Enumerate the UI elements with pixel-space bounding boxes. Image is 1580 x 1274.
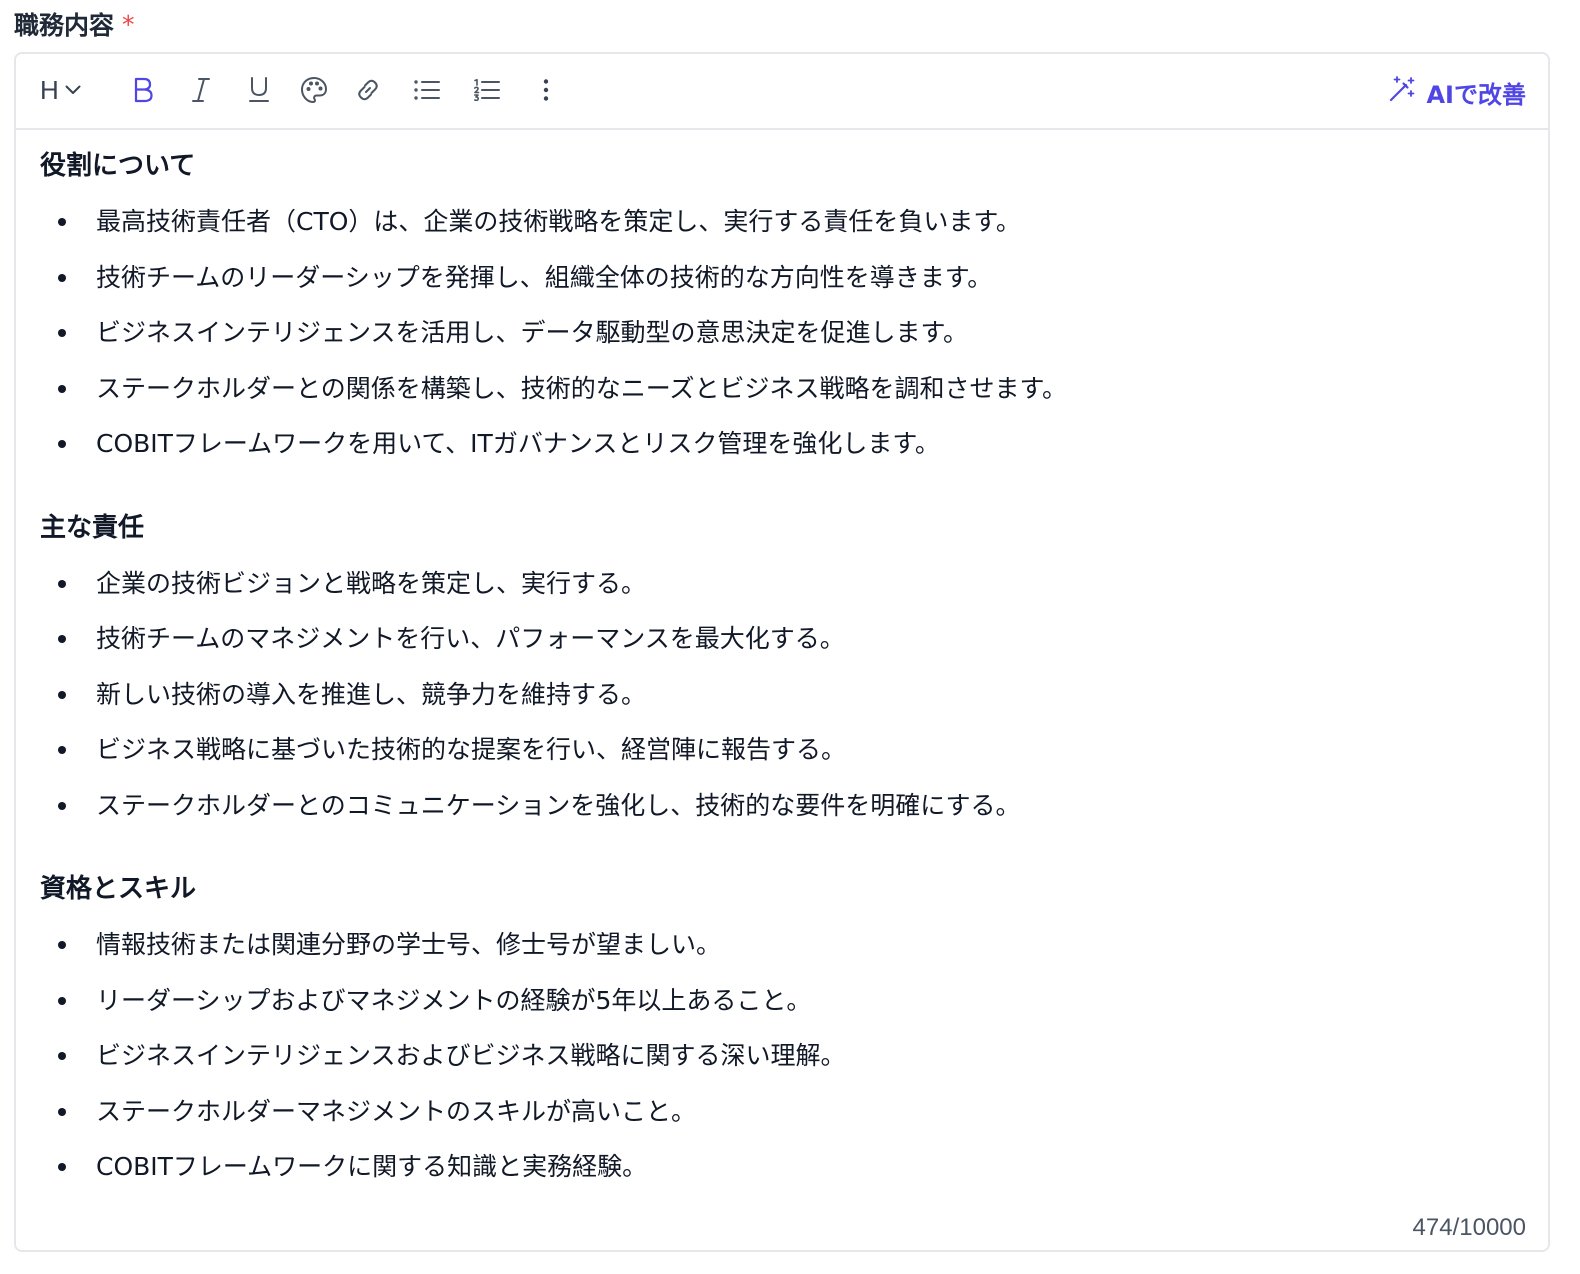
rich-text-editor[interactable]: H AIで改善 役割について 最高技術責任者（CTO）は、企業の技術戦略を策定し… [14,52,1550,1252]
required-mark: * [122,9,135,39]
list-item-text: 新しい技術の導入を推進し、競争力を維持する。 [96,679,647,709]
list-item-text: 技術チームのマネジメントを行い、パフォーマンスを最大化する。 [96,624,845,653]
list-item: 情報技術または関連分野の学士号、修士号が望ましい。 [40,917,1524,973]
bullet-list-icon [413,79,441,101]
list-item: 技術チームのリーダーシップを発揮し、組織全体の技術的な方向性を導きます。 [40,250,1524,306]
heading-dropdown-button[interactable]: H [40,70,96,110]
magic-wand-icon [1388,75,1426,109]
list-item: 企業の技術ビジョンと戦略を策定し、実行する。 [40,556,1524,612]
list-item-text: 技術チームのリーダーシップを発揮し、組織全体の技術的な方向性を導きます。 [96,262,993,292]
list-item: COBITフレームワークに関する知識と実務経験。 [40,1139,1524,1195]
editor-toolbar: H AIで改善 [16,54,1548,130]
list-item-text: ステークホルダーとの関係を構築し、技術的なニーズとビジネス戦略を調和させます。 [96,373,1068,403]
list-item: リーダーシップおよびマネジメントの経験が5年以上あること。 [40,973,1524,1029]
bullet-dot [58,690,66,699]
list-item: ステークホルダーとの関係を構築し、技術的なニーズとビジネス戦略を調和させます。 [40,361,1524,417]
qualifications-list: 情報技術または関連分野の学士号、修士号が望ましい。 リーダーシップおよびマネジメ… [40,917,1524,1195]
list-item-text: リーダーシップおよびマネジメントの経験が5年以上あること。 [96,985,812,1015]
list-item-text: COBITフレームワークを用いて、ITガバナンスとリスク管理を強化します。 [96,429,940,458]
list-item-text: 企業の技術ビジョンと戦略を策定し、実行する。 [96,568,647,598]
ordered-list-icon [473,79,501,101]
palette-icon [300,76,328,104]
bullet-dot [58,635,66,643]
link-icon [354,76,382,104]
bullet-dot [58,996,66,1005]
italic-icon [190,77,212,103]
bullet-dot [58,746,66,754]
list-item-text: ビジネス戦略に基づいた技術的な提案を行い、経営陣に報告する。 [96,735,847,764]
field-label: 職務内容 * [14,6,135,42]
bullet-dot [58,329,66,337]
ordered-list-button[interactable] [472,70,502,110]
more-vertical-icon [542,78,550,102]
list-item-text: ステークホルダーマネジメントのスキルが高いこと。 [96,1096,697,1126]
bold-icon [132,77,154,103]
bullet-dot [58,1163,66,1171]
bullet-dot [58,579,66,588]
list-item: ビジネスインテリジェンスを活用し、データ駆動型の意思決定を促進します。 [40,305,1524,361]
field-label-text: 職務内容 [14,11,115,40]
ai-improve-button[interactable]: AIで改善 [1388,72,1526,112]
bullet-dot [58,801,66,810]
more-options-button[interactable] [532,70,560,110]
list-item-text: ビジネスインテリジェンスを活用し、データ駆動型の意思決定を促進します。 [96,318,969,347]
chevron-down-icon [65,85,81,95]
list-item: 新しい技術の導入を推進し、競争力を維持する。 [40,667,1524,723]
bullet-dot [58,941,66,949]
heading-label: H [40,74,59,105]
bullet-dot [58,273,66,282]
bullet-dot [58,384,66,393]
italic-button[interactable] [186,70,216,110]
bullet-dot [58,1052,66,1060]
list-item: ステークホルダーマネジメントのスキルが高いこと。 [40,1084,1524,1140]
underline-icon [247,76,271,104]
text-color-button[interactable] [298,70,330,110]
list-item-text: ビジネスインテリジェンスおよびビジネス戦略に関する深い理解。 [96,1041,846,1070]
list-item: 最高技術責任者（CTO）は、企業の技術戦略を策定し、実行する責任を負います。 [40,194,1524,250]
list-item: COBITフレームワークを用いて、ITガバナンスとリスク管理を強化します。 [40,416,1524,472]
section-heading-qualifications: 資格とスキル [40,874,197,904]
list-item: ステークホルダーとのコミュニケーションを強化し、技術的な要件を明確にする。 [40,778,1524,834]
bullet-list-button[interactable] [412,70,442,110]
link-button[interactable] [352,70,384,110]
bold-button[interactable] [128,70,158,110]
list-item-text: ステークホルダーとのコミュニケーションを強化し、技術的な要件を明確にする。 [96,790,1021,820]
section-heading-responsibilities: 主な責任 [40,512,145,543]
bullet-dot [58,1107,66,1116]
responsibilities-list: 企業の技術ビジョンと戦略を策定し、実行する。 技術チームのマネジメントを行い、パ… [40,556,1524,834]
list-item-text: 情報技術または関連分野の学士号、修士号が望ましい。 [96,930,722,959]
underline-button[interactable] [244,70,274,110]
bullet-dot [58,218,66,226]
ai-improve-label: AIで改善 [1426,80,1526,109]
section-heading-role: 役割について [40,151,196,181]
character-counter: 474/10000 [1412,1214,1526,1241]
role-list: 最高技術責任者（CTO）は、企業の技術戦略を策定し、実行する責任を負います。 技… [40,194,1524,472]
list-item-text: 最高技術責任者（CTO）は、企業の技術戦略を策定し、実行する責任を負います。 [96,207,1021,236]
list-item: 技術チームのマネジメントを行い、パフォーマンスを最大化する。 [40,611,1524,667]
list-item: ビジネス戦略に基づいた技術的な提案を行い、経営陣に報告する。 [40,722,1524,778]
editor-content[interactable]: 役割について 最高技術責任者（CTO）は、企業の技術戦略を策定し、実行する責任を… [40,130,1524,1195]
list-item: ビジネスインテリジェンスおよびビジネス戦略に関する深い理解。 [40,1028,1524,1084]
bullet-dot [58,440,66,448]
list-item-text: COBITフレームワークに関する知識と実務経験。 [96,1152,648,1181]
